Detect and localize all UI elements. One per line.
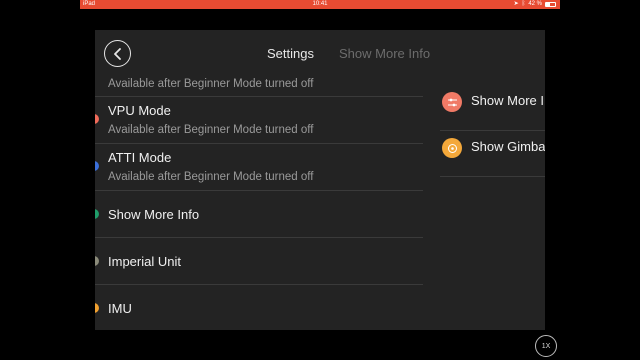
settings-list: Available after Beginner Mode turned off… — [95, 78, 423, 330]
item-indicator-icon — [95, 256, 99, 266]
gimbal-icon — [442, 138, 462, 158]
side-item-label: Show More I — [471, 93, 544, 108]
bluetooth-icon: ᛒ — [521, 1, 526, 7]
item-subtitle: Available after Beginner Mode turned off — [108, 171, 314, 183]
more-info-list: Show More I Show Gimba — [440, 85, 545, 177]
list-item-show-more-info[interactable]: Show More Info — [95, 191, 423, 238]
zoom-badge[interactable]: 1X — [535, 335, 557, 357]
item-title: Show More Info — [108, 207, 200, 222]
item-indicator-icon — [95, 114, 99, 124]
list-item[interactable]: Available after Beginner Mode turned off — [95, 78, 423, 97]
sliders-icon — [442, 92, 462, 112]
side-item-show-gimbal[interactable]: Show Gimba — [440, 131, 545, 177]
item-indicator-icon — [95, 161, 99, 171]
chevron-left-icon — [113, 47, 121, 60]
list-item-imu[interactable]: IMU — [95, 285, 423, 330]
item-indicator-icon — [95, 303, 99, 313]
item-title: IMU — [108, 301, 132, 316]
item-title: ATTI Mode — [108, 150, 172, 165]
tab-show-more-info[interactable]: Show More Info — [339, 46, 430, 61]
list-item-imperial-unit[interactable]: Imperial Unit — [95, 238, 423, 285]
status-right: ➤ ᛒ 42 % — [514, 0, 556, 9]
item-subtitle: Available after Beginner Mode turned off — [108, 124, 314, 136]
item-indicator-icon — [95, 209, 99, 219]
status-bar: iPad 10:41 ➤ ᛒ 42 % — [80, 0, 560, 9]
location-icon: ➤ — [513, 1, 519, 7]
clock: 10:41 — [312, 1, 328, 7]
side-item-label: Show Gimba — [471, 139, 545, 154]
list-item-vpu-mode[interactable]: VPU Mode Available after Beginner Mode t… — [95, 97, 423, 144]
battery-percent: 42 % — [528, 1, 542, 7]
item-title: Imperial Unit — [108, 254, 181, 269]
battery-icon — [545, 2, 556, 7]
list-item-atti-mode[interactable]: ATTI Mode Available after Beginner Mode … — [95, 144, 423, 191]
back-button[interactable] — [104, 40, 131, 67]
tab-settings[interactable]: Settings — [267, 46, 314, 61]
side-item-show-more-info[interactable]: Show More I — [440, 85, 545, 131]
settings-panel: Settings Show More Info Available after … — [95, 30, 545, 330]
item-subtitle: Available after Beginner Mode turned off — [108, 78, 314, 90]
item-title: VPU Mode — [108, 103, 171, 118]
